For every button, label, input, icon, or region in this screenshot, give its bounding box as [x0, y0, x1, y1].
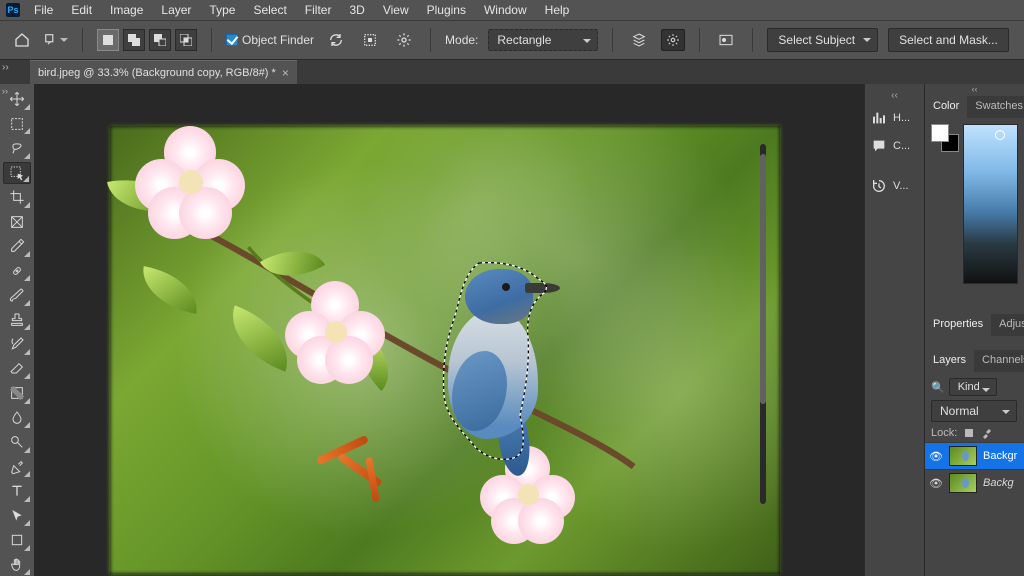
selection-subtract-icon[interactable] — [149, 29, 171, 51]
tab-adjustments[interactable]: Adjus — [991, 314, 1024, 336]
app-logo: Ps — [6, 3, 20, 17]
layer-row[interactable]: 👁 Backgr — [925, 442, 1024, 469]
path-selection-tool-icon[interactable] — [3, 505, 31, 528]
selection-boolean-group — [97, 29, 197, 51]
search-icon: 🔍 — [931, 381, 945, 394]
document-tab[interactable]: bird.jpeg @ 33.3% (Background copy, RGB/… — [30, 60, 297, 84]
selection-intersect-icon[interactable] — [175, 29, 197, 51]
layer-name[interactable]: Backgr — [983, 450, 1020, 462]
crop-tool-icon[interactable] — [3, 186, 31, 209]
layers-panel: 🔍 Kind Normal Lock: 👁 Backgr 👁 Backg — [925, 372, 1024, 576]
menu-plugins[interactable]: Plugins — [419, 1, 474, 19]
visibility-icon[interactable]: 👁 — [929, 477, 943, 490]
panel-strip-expand-icon[interactable]: ‹‹ — [865, 90, 924, 104]
tools-panel: ›› — [0, 84, 34, 576]
dodge-tool-icon[interactable] — [3, 431, 31, 454]
gradient-tool-icon[interactable] — [3, 382, 31, 405]
panel-expand-icon[interactable]: ›› — [2, 62, 9, 73]
lock-label: Lock: — [931, 427, 957, 439]
menu-select[interactable]: Select — [245, 1, 294, 19]
healing-tool-icon[interactable] — [3, 260, 31, 283]
tab-layers[interactable]: Layers — [925, 350, 974, 372]
layer-thumbnail[interactable] — [949, 446, 977, 466]
history-panel-icon[interactable]: V... — [865, 172, 924, 200]
layer-thumbnail[interactable] — [949, 473, 977, 493]
refresh-icon[interactable] — [324, 28, 348, 52]
menu-edit[interactable]: Edit — [63, 1, 100, 19]
close-tab-icon[interactable]: × — [282, 66, 289, 80]
color-panel — [925, 118, 1024, 308]
shape-tool-icon[interactable] — [3, 529, 31, 552]
lasso-tool-icon[interactable] — [3, 137, 31, 160]
lock-pixels-icon[interactable] — [963, 427, 975, 439]
mode-dropdown[interactable]: Rectangle — [488, 29, 598, 51]
brush-tool-icon[interactable] — [3, 284, 31, 307]
histogram-panel-icon[interactable]: H... — [865, 104, 924, 132]
mask-mode-icon[interactable] — [714, 28, 738, 52]
collapsed-panel-strip: ‹‹ H... C... V... — [864, 84, 924, 576]
home-icon[interactable] — [10, 28, 34, 52]
document-tab-strip: bird.jpeg @ 33.3% (Background copy, RGB/… — [0, 60, 1024, 84]
options-bar: Object Finder Mode: Rectangle Select Sub… — [0, 20, 1024, 60]
object-selection-tool-icon[interactable] — [3, 162, 31, 185]
layer-kind-filter[interactable]: Kind — [949, 378, 997, 396]
sample-layers-icon[interactable] — [627, 28, 651, 52]
menu-3d[interactable]: 3D — [341, 1, 372, 19]
menu-type[interactable]: Type — [201, 1, 243, 19]
document-canvas[interactable] — [110, 126, 780, 574]
select-subject-button[interactable]: Select Subject — [767, 28, 878, 52]
menu-help[interactable]: Help — [537, 1, 578, 19]
blend-mode-dropdown[interactable]: Normal — [931, 400, 1017, 422]
visibility-icon[interactable]: 👁 — [929, 450, 943, 463]
stamp-tool-icon[interactable] — [3, 309, 31, 332]
select-and-mask-button[interactable]: Select and Mask... — [888, 28, 1009, 52]
menu-layer[interactable]: Layer — [153, 1, 199, 19]
object-finder-toggle[interactable]: Object Finder — [226, 33, 314, 47]
tab-properties[interactable]: Properties — [925, 314, 991, 336]
move-tool-icon[interactable] — [3, 88, 31, 111]
menu-window[interactable]: Window — [476, 1, 535, 19]
canvas-area[interactable] — [34, 84, 864, 576]
layer-name[interactable]: Backg — [983, 477, 1020, 489]
selection-new-icon[interactable] — [97, 29, 119, 51]
eyedropper-tool-icon[interactable] — [3, 235, 31, 258]
marquee-tool-icon[interactable] — [3, 113, 31, 136]
menu-file[interactable]: File — [26, 1, 61, 19]
fg-bg-swatch[interactable] — [931, 124, 957, 150]
selection-add-icon[interactable] — [123, 29, 145, 51]
menu-filter[interactable]: Filter — [297, 1, 340, 19]
tab-swatches[interactable]: Swatches — [967, 96, 1024, 118]
tab-channels[interactable]: Channels — [974, 350, 1024, 372]
document-tab-title: bird.jpeg @ 33.3% (Background copy, RGB/… — [38, 67, 276, 79]
comments-panel-icon[interactable]: C... — [865, 132, 924, 160]
lock-move-icon[interactable] — [999, 427, 1011, 439]
pen-tool-icon[interactable] — [3, 456, 31, 479]
menu-view[interactable]: View — [375, 1, 417, 19]
blur-tool-icon[interactable] — [3, 407, 31, 430]
type-tool-icon[interactable] — [3, 480, 31, 503]
menu-image[interactable]: Image — [102, 1, 151, 19]
history-brush-tool-icon[interactable] — [3, 333, 31, 356]
tool-preset-icon[interactable] — [44, 28, 68, 52]
right-dock-expand-icon[interactable]: ‹‹ — [925, 84, 1024, 96]
overlay-icon[interactable] — [358, 28, 382, 52]
lock-brush-icon[interactable] — [981, 427, 993, 439]
tab-color[interactable]: Color — [925, 96, 967, 118]
menu-bar: Ps File Edit Image Layer Type Select Fil… — [0, 0, 1024, 20]
eraser-tool-icon[interactable] — [3, 358, 31, 381]
vertical-scrollbar[interactable] — [760, 144, 766, 504]
right-panel-dock: ‹‹ Color Swatches Properties Adjus Layer… — [924, 84, 1024, 576]
color-field[interactable] — [963, 124, 1018, 284]
gear-dark-icon[interactable] — [661, 29, 685, 51]
hand-tool-icon[interactable] — [3, 554, 31, 576]
selection-marquee — [428, 261, 558, 461]
layer-lock-row: Lock: — [925, 424, 1024, 442]
frame-tool-icon[interactable] — [3, 211, 31, 234]
layer-row[interactable]: 👁 Backg — [925, 469, 1024, 496]
gear-icon[interactable] — [392, 28, 416, 52]
mode-label: Mode: — [445, 33, 478, 47]
